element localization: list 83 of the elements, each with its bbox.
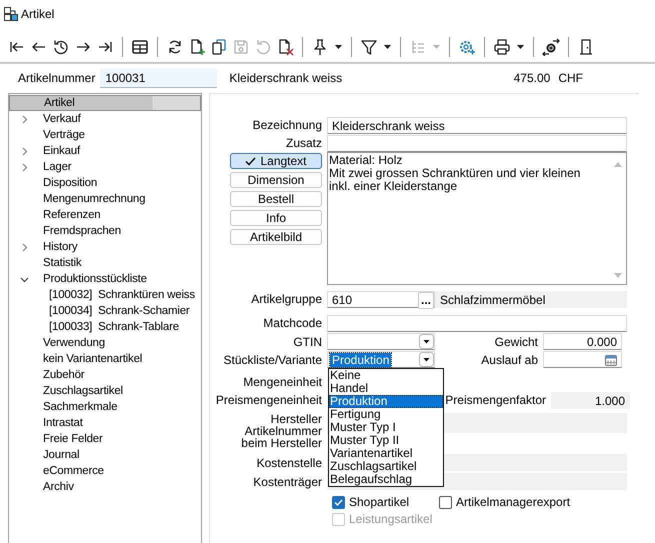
dropdown-option[interactable]: Muster Typ I: [329, 421, 443, 434]
field-label: Mengeneinheit: [242, 375, 323, 389]
section-button[interactable]: Langtext: [230, 153, 322, 169]
tree-item[interactable]: Artikel: [9, 95, 201, 111]
tree-item[interactable]: Disposition: [9, 175, 201, 191]
group-description: Schlafzimmermöbel: [435, 290, 627, 308]
tree-item[interactable]: [100033] Schrank-Tablare: [9, 319, 201, 335]
field-label: Preismengeneinheit: [214, 393, 323, 407]
long-text-field[interactable]: Material: Holz Mit zwei grossen Schranktüren und vier kleinen inkl. einer Kleiderstange: [327, 152, 627, 284]
browse-button[interactable]: ...: [418, 292, 434, 308]
tree-item[interactable]: [100034] Schrank-Schamier: [9, 303, 201, 319]
dropdown-option[interactable]: Produktion: [329, 395, 443, 408]
date-field[interactable]: [543, 351, 622, 368]
dropdown-option[interactable]: Zuschlagsartikel: [329, 460, 443, 473]
price: 475.00: [514, 71, 550, 85]
dropdown-option[interactable]: Muster Typ II: [329, 434, 443, 447]
tree-item[interactable]: eCommerce: [9, 463, 201, 479]
dropdown-option[interactable]: Variantenartikel: [329, 447, 443, 460]
tree-item[interactable]: Produktionsstückliste: [9, 271, 201, 287]
field-label: Matchcode: [262, 316, 323, 330]
window-title: Artikel: [21, 7, 54, 21]
checkbox-box[interactable]: [439, 496, 452, 508]
tree-item[interactable]: Journal: [9, 447, 201, 463]
section-button[interactable]: Bestell: [230, 191, 322, 207]
number-field[interactable]: 0.000: [543, 333, 622, 350]
calendar-icon[interactable]: [605, 354, 617, 366]
chevron-icon[interactable]: [20, 274, 28, 284]
currency: CHF: [558, 71, 583, 85]
selected-value: Produktion: [330, 352, 392, 366]
field-label: Zusatz: [284, 136, 323, 150]
section-button[interactable]: Dimension: [230, 172, 322, 188]
tree-item[interactable]: Referenzen: [9, 207, 201, 223]
field-label: Gewicht: [494, 334, 539, 348]
dropdown-option[interactable]: Belegaufschlag: [329, 473, 443, 486]
tree-item[interactable]: Verwendung: [9, 335, 201, 351]
field-label: Kostenträger: [252, 474, 323, 488]
field-label: Stückliste/Variante: [222, 352, 323, 366]
dropdown-option[interactable]: Fertigung: [329, 408, 443, 421]
text-field[interactable]: [327, 314, 627, 332]
checkbox-label: Leistungsartikel: [349, 512, 432, 526]
field-label: Preismengenfaktor: [444, 393, 547, 407]
checkbox[interactable]: Artikelmanagerexport: [439, 495, 639, 509]
tree-item[interactable]: Einkauf: [9, 143, 201, 159]
field-label: GTIN: [292, 334, 323, 348]
dropdown-option[interactable]: Handel: [329, 382, 443, 395]
checkbox[interactable]: Shopartikel: [332, 495, 439, 509]
checkbox-label: Artikelmanagerexport: [456, 495, 570, 509]
tree-item[interactable]: Verträge: [9, 127, 201, 143]
app-icon: [4, 7, 18, 21]
section-button[interactable]: Artikelbild: [230, 229, 322, 245]
tree-item[interactable]: Sachmerkmale: [9, 399, 201, 415]
text-field[interactable]: 610 ...: [327, 290, 435, 308]
tree-item[interactable]: Intrastat: [9, 415, 201, 431]
field-label: Kostenstelle: [256, 456, 323, 470]
tree-item[interactable]: History: [9, 239, 201, 255]
dropdown-field[interactable]: [327, 333, 435, 350]
tree-item[interactable]: Archiv: [9, 479, 201, 495]
tree-item[interactable]: Freie Felder: [9, 431, 201, 447]
article-number-field[interactable]: 100031: [100, 68, 218, 88]
section-button[interactable]: Info: [230, 210, 322, 226]
field-label: Bezeichnung: [252, 118, 323, 132]
number-field: 1.000: [551, 392, 630, 408]
tree-item[interactable]: Statistik: [9, 255, 201, 271]
checkbox-box[interactable]: [332, 496, 345, 508]
tree-item[interactable]: Fremdsprachen: [9, 223, 201, 239]
tree-item[interactable]: Lager: [9, 159, 201, 175]
text-field[interactable]: [327, 134, 627, 152]
tree-item[interactable]: Zubehör: [9, 367, 201, 383]
tree-item[interactable]: Mengenumrechnung: [9, 191, 201, 207]
field-label: Artikelnummer: [18, 71, 96, 85]
tree-item[interactable]: [100032] Schranktüren weiss: [9, 287, 201, 303]
tree-item[interactable]: Verkauf: [9, 111, 201, 127]
field-label: Auslauf ab: [480, 352, 539, 366]
dropdown-option[interactable]: Keine: [329, 369, 443, 382]
transfer-icon[interactable]: [540, 36, 562, 58]
article-description: Kleiderschrank weiss: [229, 71, 344, 85]
tree-item[interactable]: kein Variantenartikel: [9, 351, 201, 367]
text-field[interactable]: Kleiderschrank weiss: [327, 116, 627, 134]
checkbox-label: Shopartikel: [349, 495, 410, 509]
field-label: Hersteller Artikelnummer beim Hersteller: [240, 413, 323, 449]
tree-item[interactable]: Zuschlagsartikel: [9, 383, 201, 399]
field-label: Artikelgruppe: [250, 292, 323, 306]
checkmark-icon: [245, 156, 256, 166]
